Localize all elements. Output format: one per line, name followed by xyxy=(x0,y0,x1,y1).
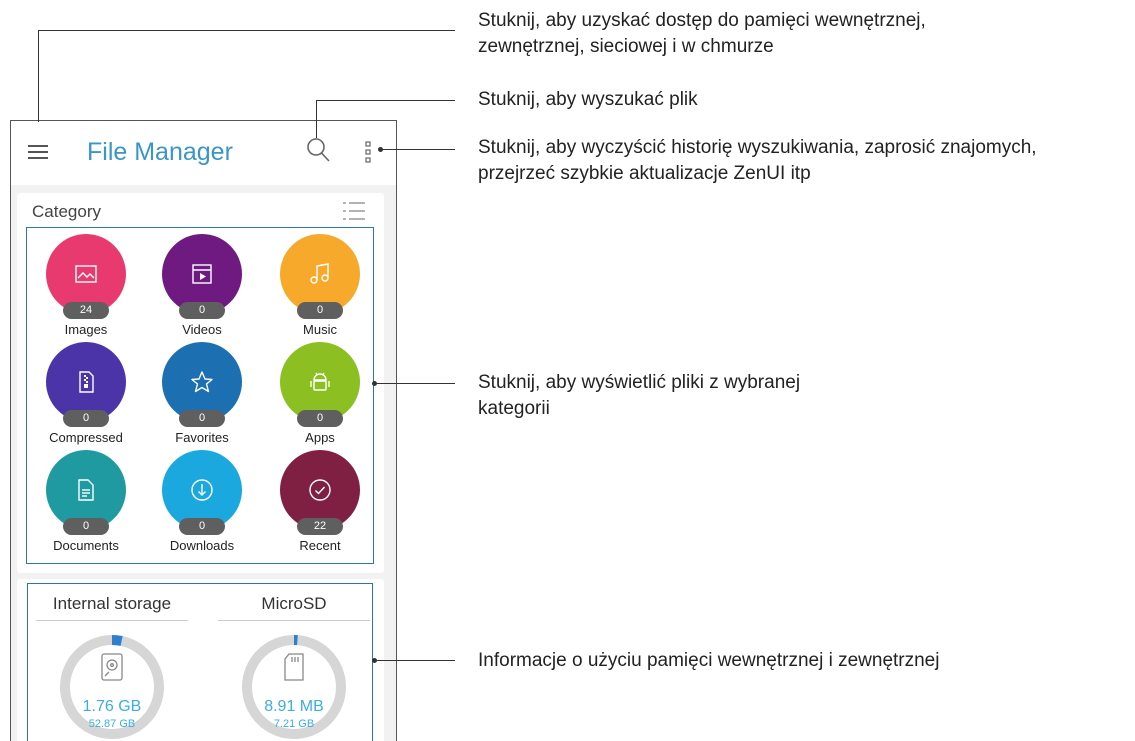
count-badge: 0 xyxy=(179,518,225,535)
callout-line-search xyxy=(316,100,455,101)
callout-text: zewnętrznej, sieciowej i w chmurze xyxy=(478,36,774,57)
internal-storage[interactable]: Internal storage 1.76 GB 52.87 GB xyxy=(32,584,192,741)
count-badge: 0 xyxy=(63,518,109,535)
android-icon xyxy=(310,372,330,391)
app-title: File Manager xyxy=(87,138,233,166)
category-compressed[interactable]: 0 Compressed xyxy=(31,342,141,454)
callout-text: przejrzeć szybkie aktualizacje ZenUI itp xyxy=(478,163,811,184)
category-videos[interactable]: 0 Videos xyxy=(147,234,257,346)
storage-panel: Internal storage 1.76 GB 52.87 GB MicroS… xyxy=(27,583,373,741)
category-label: Videos xyxy=(182,322,222,337)
app-bar: File Manager xyxy=(11,121,396,185)
category-title: Category xyxy=(32,202,101,221)
image-icon xyxy=(75,265,97,283)
category-documents[interactable]: 0 Documents xyxy=(31,450,141,562)
storage-total: 52.87 GB xyxy=(88,718,136,730)
storage-used: 1.76 GB xyxy=(82,698,142,715)
category-label: Recent xyxy=(299,538,341,553)
category-label: Documents xyxy=(53,538,119,553)
count-badge: 22 xyxy=(297,518,343,535)
divider xyxy=(218,620,370,621)
storage-card: Internal storage 1.76 GB 52.87 GB MicroS… xyxy=(17,579,384,741)
hard-drive-icon xyxy=(101,653,123,681)
download-icon xyxy=(191,479,213,501)
hamburger-menu-icon[interactable] xyxy=(25,139,51,165)
microsd-storage[interactable]: MicroSD 8.91 MB 7.21 GB xyxy=(214,584,374,741)
category-recent[interactable]: 22 Recent xyxy=(265,450,375,562)
storage-used: 8.91 MB xyxy=(264,698,324,715)
count-badge: 24 xyxy=(63,302,109,319)
category-card: Category 24 Images 0 Videos 0 Music 0 Co… xyxy=(17,193,384,573)
callout-more: Stuknij, aby wyczyścić historię wyszukiw… xyxy=(478,135,1037,187)
more-vert-icon[interactable] xyxy=(361,139,375,165)
divider xyxy=(36,620,188,621)
check-icon xyxy=(309,479,331,501)
document-icon xyxy=(78,479,94,501)
callout-text: Stuknij, aby uzyskać dostęp do pamięci w… xyxy=(478,10,926,31)
category-label: Images xyxy=(64,322,108,337)
category-label: Favorites xyxy=(175,430,229,445)
category-music[interactable]: 0 Music xyxy=(265,234,375,346)
category-apps[interactable]: 0 Apps xyxy=(265,342,375,454)
callout-line-search-vertical xyxy=(316,100,317,138)
list-view-icon[interactable] xyxy=(341,200,367,222)
storage-total: 7.21 GB xyxy=(273,718,315,730)
callout-line-category xyxy=(374,383,455,384)
category-images[interactable]: 24 Images xyxy=(31,234,141,346)
category-label: Downloads xyxy=(169,538,235,553)
callout-line-menu xyxy=(38,30,455,31)
callout-line-storage xyxy=(374,660,455,661)
phone-screen: File Manager Category 24 Images 0 Videos xyxy=(10,120,397,741)
search-icon[interactable] xyxy=(305,137,331,163)
callout-search: Stuknij, aby wyszukać plik xyxy=(478,89,698,110)
storage-name: Internal storage xyxy=(52,594,172,613)
callout-dot xyxy=(372,658,377,663)
callout-category: Stuknij, aby wyświetlić pliki z wybranej… xyxy=(478,370,800,422)
callout-dot xyxy=(378,147,383,152)
count-badge: 0 xyxy=(179,410,225,427)
category-favorites[interactable]: 0 Favorites xyxy=(147,342,257,454)
star-icon xyxy=(191,371,213,393)
category-downloads[interactable]: 0 Downloads xyxy=(147,450,257,562)
count-badge: 0 xyxy=(297,410,343,427)
callout-text: Stuknij, aby wyczyścić historię wyszukiw… xyxy=(478,137,1037,158)
callout-line-menu-vertical xyxy=(38,30,39,122)
callout-text: kategorii xyxy=(478,398,550,419)
music-icon xyxy=(310,263,329,284)
callout-storage: Informacje o użyciu pamięci wewnętrznej … xyxy=(478,650,940,671)
callout-text: Stuknij, aby wyświetlić pliki z wybranej xyxy=(478,372,801,393)
sd-card-icon xyxy=(284,653,304,681)
callout-dot xyxy=(372,381,377,386)
category-label: Compressed xyxy=(49,430,123,445)
category-label: Apps xyxy=(305,430,335,445)
count-badge: 0 xyxy=(63,410,109,427)
callout-line-more xyxy=(380,149,455,150)
callout-menu: Stuknij, aby uzyskać dostęp do pamięci w… xyxy=(478,8,926,60)
count-badge: 0 xyxy=(179,302,225,319)
category-grid: 24 Images 0 Videos 0 Music 0 Compressed xyxy=(26,227,374,564)
storage-name: MicroSD xyxy=(261,594,327,613)
video-icon xyxy=(192,264,212,284)
count-badge: 0 xyxy=(297,302,343,319)
category-label: Music xyxy=(303,322,337,337)
zip-icon xyxy=(79,371,94,393)
